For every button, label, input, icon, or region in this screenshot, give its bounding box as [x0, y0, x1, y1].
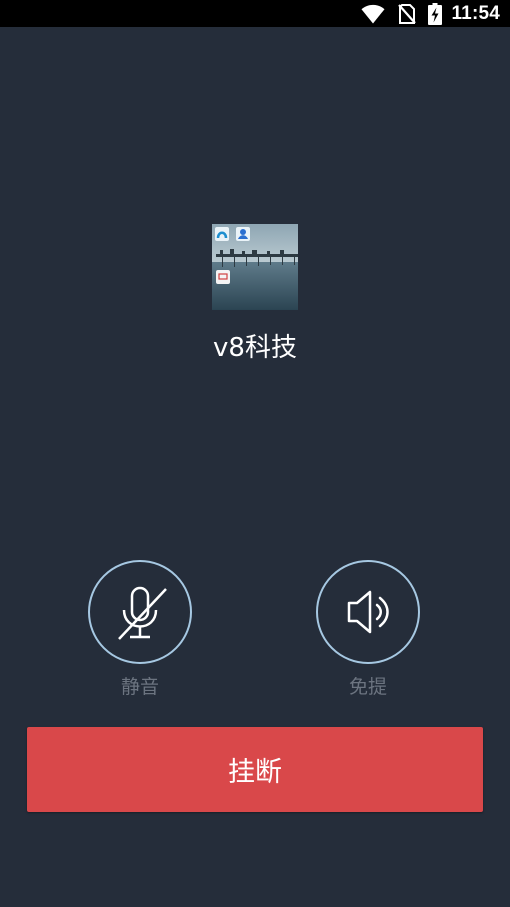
status-time: 11:54 [451, 2, 500, 24]
status-bar: 11:54 [0, 0, 510, 27]
status-icons: 11:54 [361, 0, 500, 27]
speaker-button[interactable] [316, 560, 420, 664]
microphone-off-icon [118, 586, 167, 640]
battery-charging-icon [428, 2, 443, 25]
contact-name: v8科技 [213, 333, 297, 363]
wifi-icon [361, 4, 385, 24]
mute-label: 静音 [120, 676, 159, 698]
speaker-label: 免提 [348, 676, 387, 698]
mute-button[interactable] [88, 560, 192, 664]
hang-up-label: 挂断 [228, 757, 282, 788]
contact-avatar [212, 224, 298, 310]
speaker-icon [347, 590, 389, 634]
no-sim-icon [398, 3, 417, 24]
hang-up-button[interactable]: 挂断 [27, 727, 483, 812]
